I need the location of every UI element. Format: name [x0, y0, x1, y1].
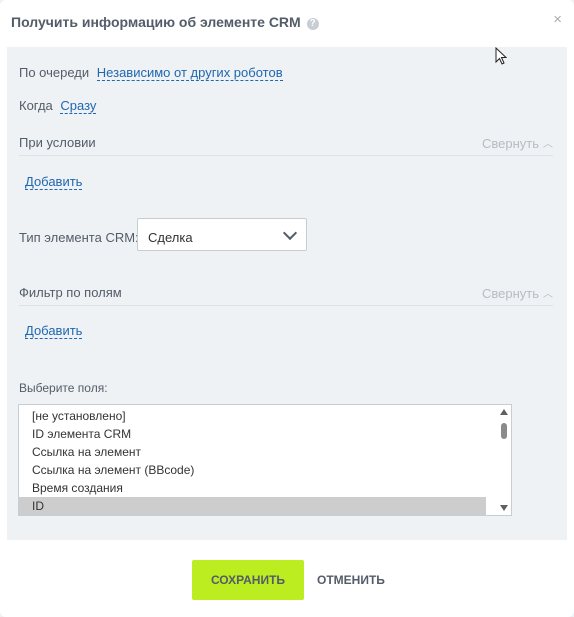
condition-collapse-label: Свернуть: [481, 136, 539, 151]
filter-label: Фильтр по полям: [19, 285, 122, 300]
scroll-down-arrow-icon[interactable]: [500, 505, 508, 511]
list-item[interactable]: ID элемента CRM: [19, 425, 486, 443]
filter-section-header: Фильтр по полям Свернуть ︿: [19, 285, 553, 306]
when-row: Когда Сразу: [19, 98, 97, 114]
when-label: Когда: [19, 98, 53, 113]
condition-add-link[interactable]: Добавить: [25, 174, 83, 190]
condition-collapse-toggle[interactable]: Свернуть ︿: [482, 135, 553, 151]
list-item[interactable]: Ссылка на элемент (BBcode): [19, 461, 486, 479]
crm-type-label: Тип элемента CRM:: [19, 230, 139, 245]
mouse-cursor-icon: [495, 47, 507, 65]
crm-type-value: Сделка: [148, 230, 193, 245]
fields-options: [не установлено] ID элемента CRM Ссылка …: [19, 407, 486, 515]
queue-label: По очереди: [19, 65, 90, 80]
fields-listbox[interactable]: [не установлено] ID элемента CRM Ссылка …: [18, 404, 512, 516]
dialog-title-text: Получить информацию об элементе CRM: [11, 14, 301, 30]
list-item[interactable]: Ссылка на элемент: [19, 443, 486, 461]
close-icon[interactable]: ×: [553, 11, 562, 28]
list-item[interactable]: [не установлено]: [19, 407, 486, 425]
chevron-down-icon: [282, 225, 298, 241]
settings-panel: По очереди Независимо от других роботов …: [7, 47, 567, 540]
filter-add-link[interactable]: Добавить: [25, 323, 83, 339]
chevron-up-icon: ︿: [543, 139, 553, 150]
dialog-title: Получить информацию об элементе CRM?: [11, 14, 319, 30]
scroll-up-arrow-icon[interactable]: [500, 409, 508, 415]
crm-type-select[interactable]: Сделка: [137, 218, 307, 251]
when-value-link[interactable]: Сразу: [60, 98, 97, 114]
listbox-scrollbar[interactable]: [497, 405, 511, 515]
queue-value-link[interactable]: Независимо от других роботов: [96, 65, 283, 81]
robot-settings-dialog: Получить информацию об элементе CRM? × П…: [0, 0, 574, 617]
chevron-up-icon: ︿: [543, 289, 553, 300]
help-icon[interactable]: ?: [306, 18, 319, 30]
filter-collapse-label: Свернуть: [481, 286, 539, 301]
fields-label: Выберите поля:: [19, 381, 108, 395]
filter-collapse-toggle[interactable]: Свернуть ︿: [482, 285, 553, 301]
save-button[interactable]: СОХРАНИТЬ: [192, 560, 304, 600]
condition-label: При условии: [19, 135, 96, 150]
condition-section-header: При условии Свернуть ︿: [19, 135, 553, 156]
list-item[interactable]: Время создания: [19, 479, 486, 497]
queue-row: По очереди Независимо от других роботов: [19, 65, 283, 81]
scroll-thumb[interactable]: [501, 423, 507, 439]
list-item-selected[interactable]: ID: [19, 497, 486, 515]
cancel-button[interactable]: ОТМЕНИТЬ: [317, 573, 385, 587]
